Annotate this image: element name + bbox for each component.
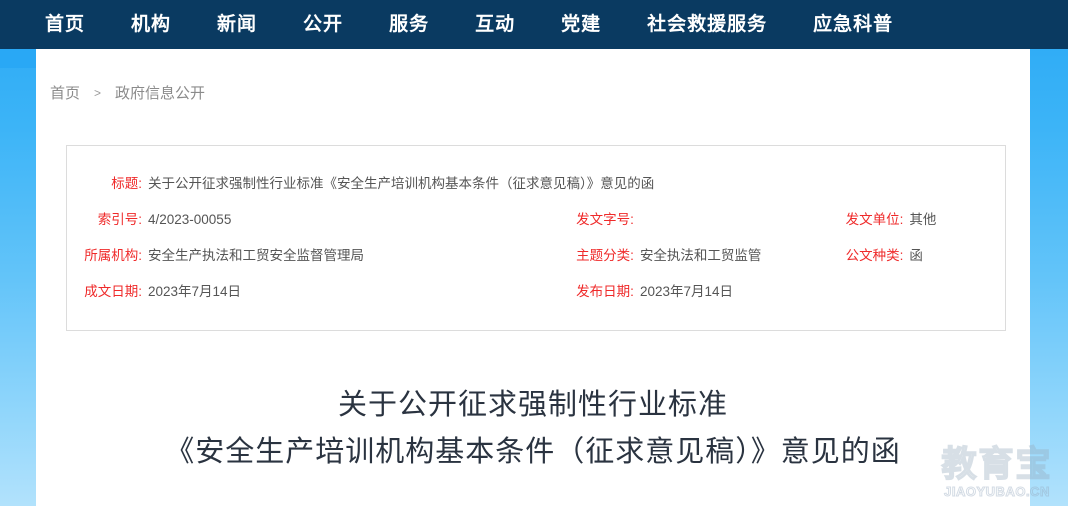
metadata-field-written-date: 成文日期: 2023年7月14日 — [67, 280, 566, 300]
metadata-label-doc-type: 公文种类: — [845, 248, 904, 263]
metadata-value-organization: 安全生产执法和工贸安全监督管理局 — [148, 248, 364, 263]
nav-item-disclosure[interactable]: 公开 — [280, 0, 366, 49]
nav-accent-block — [0, 49, 36, 68]
metadata-label-title: 标题: — [111, 176, 142, 191]
nav-item-emergency-science[interactable]: 应急科普 — [790, 0, 916, 49]
breadcrumb-home[interactable]: 首页 — [50, 82, 80, 103]
metadata-field-topic: 主题分类: 安全执法和工贸监管 — [566, 244, 835, 264]
nav-item-news[interactable]: 新闻 — [194, 0, 280, 49]
metadata-field-publish-date: 发布日期: 2023年7月14日 — [566, 280, 835, 300]
metadata-field-doc-type: 公文种类: 函 — [835, 244, 1005, 264]
metadata-field-index: 索引号: 4/2023-00055 — [67, 208, 566, 228]
nav-item-interaction[interactable]: 互动 — [452, 0, 538, 49]
metadata-row-title: 标题: 关于公开征求强制性行业标准《安全生产培训机构基本条件（征求意见稿）》意见… — [67, 172, 1005, 208]
content-page: 首页 > 政府信息公开 标题: 关于公开征求强制性行业标准《安全生产培训机构基本… — [36, 49, 1030, 506]
nav-item-home[interactable]: 首页 — [22, 0, 108, 49]
metadata-label-publish-date: 发布日期: — [576, 284, 634, 299]
metadata-label-doc-number: 发文字号: — [576, 212, 634, 227]
document-title-line-1: 关于公开征求强制性行业标准 — [337, 389, 728, 421]
metadata-value-topic: 安全执法和工贸监管 — [639, 248, 762, 263]
nav-item-social-rescue[interactable]: 社会救援服务 — [624, 0, 790, 49]
nav-item-service[interactable]: 服务 — [366, 0, 452, 49]
metadata-value-doc-type: 函 — [909, 248, 923, 263]
metadata-value-written-date: 2023年7月14日 — [148, 284, 242, 299]
metadata-label-index: 索引号: — [97, 212, 142, 227]
metadata-row-index: 索引号: 4/2023-00055 发文字号: 发文单位: 其他 — [67, 208, 1005, 244]
document-metadata-box: 标题: 关于公开征求强制性行业标准《安全生产培训机构基本条件（征求意见稿）》意见… — [66, 145, 1006, 331]
metadata-label-organization: 所属机构: — [84, 248, 142, 263]
metadata-field-title: 标题: 关于公开征求强制性行业标准《安全生产培训机构基本条件（征求意见稿）》意见… — [67, 172, 1005, 192]
metadata-row-organization: 所属机构: 安全生产执法和工贸安全监督管理局 主题分类: 安全执法和工贸监管 公… — [67, 244, 1005, 280]
metadata-value-title: 关于公开征求强制性行业标准《安全生产培训机构基本条件（征求意见稿）》意见的函 — [148, 176, 655, 191]
nav-item-party-building[interactable]: 党建 — [538, 0, 624, 49]
nav-item-organization[interactable]: 机构 — [108, 0, 194, 49]
metadata-value-issuing-unit: 其他 — [909, 212, 937, 227]
metadata-value-index: 4/2023-00055 — [148, 212, 232, 227]
breadcrumb-separator: > — [94, 85, 102, 100]
metadata-field-doc-number: 发文字号: — [566, 208, 835, 228]
document-title: 关于公开征求强制性行业标准 《安全生产培训机构基本条件（征求意见稿）》意见的函 — [36, 382, 1030, 476]
nav-list: 首页 机构 新闻 公开 服务 互动 党建 社会救援服务 应急科普 — [22, 0, 916, 49]
metadata-label-topic: 主题分类: — [576, 248, 634, 263]
metadata-row-dates: 成文日期: 2023年7月14日 发布日期: 2023年7月14日 — [67, 280, 1005, 316]
breadcrumb-current: 政府信息公开 — [115, 85, 206, 102]
metadata-label-written-date: 成文日期: — [84, 284, 142, 299]
breadcrumb: 首页 > 政府信息公开 — [50, 82, 205, 103]
metadata-value-publish-date: 2023年7月14日 — [639, 284, 733, 299]
top-navigation-bar: 首页 机构 新闻 公开 服务 互动 党建 社会救援服务 应急科普 — [0, 0, 1068, 49]
document-title-line-2: 《安全生产培训机构基本条件（征求意见稿）》意见的函 — [165, 436, 901, 468]
metadata-field-organization: 所属机构: 安全生产执法和工贸安全监督管理局 — [67, 244, 566, 264]
metadata-field-issuing-unit: 发文单位: 其他 — [835, 208, 1005, 228]
metadata-rows: 标题: 关于公开征求强制性行业标准《安全生产培训机构基本条件（征求意见稿）》意见… — [67, 146, 1005, 316]
metadata-label-issuing-unit: 发文单位: — [845, 212, 904, 227]
